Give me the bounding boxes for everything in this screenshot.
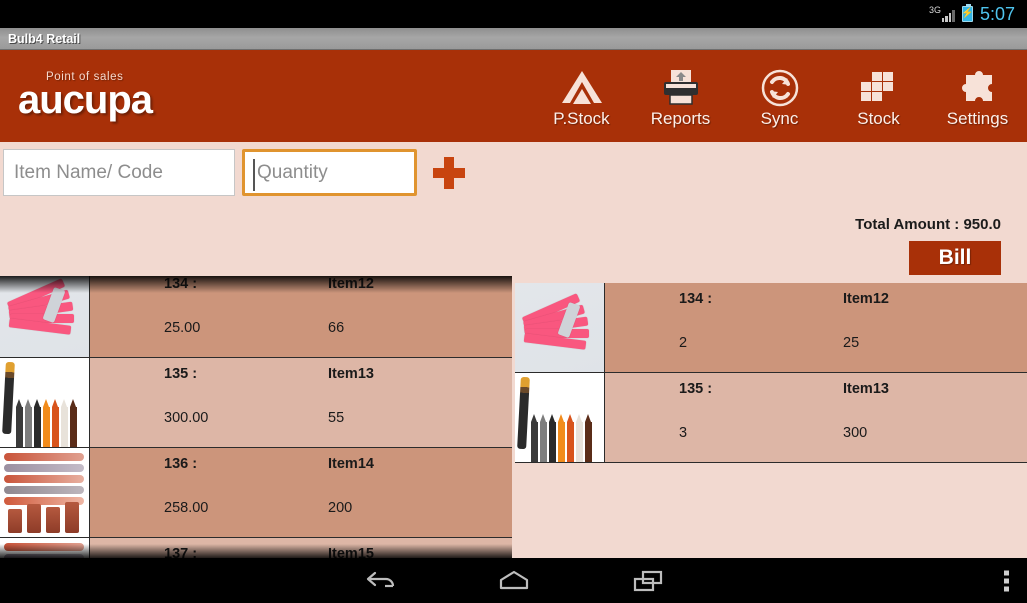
table-row[interactable]: 137 : Item15 [0, 538, 512, 558]
app-root: 3G ⚡ 5:07 Bulb4 Retail Point of sales au… [0, 0, 1027, 603]
add-item-button[interactable] [419, 149, 479, 196]
product-thumbnail [0, 358, 90, 447]
cart-item-qty: 3 [679, 425, 688, 441]
brand-logo: Point of sales aucupa [0, 71, 420, 121]
product-list-pane[interactable]: 134 : Item12 25.00 66 135: Item13 300.0… [0, 276, 512, 558]
sync-refresh-icon [760, 67, 800, 107]
cart-item-qty: 2 [679, 335, 688, 351]
product-name: Item14 [328, 456, 374, 472]
table-row[interactable]: 135 : Item13 300.00 55 [0, 358, 512, 448]
product-thumbnail [0, 538, 90, 558]
entry-row: Item Name/ Code Quantity [0, 142, 1027, 196]
cart-item-name: Item12 [843, 291, 889, 307]
table-row[interactable]: 134 : Item12 25.00 66 [0, 276, 512, 358]
cart-list: 134 : Item12 2 25 135: Item13 3 300 [515, 283, 1027, 463]
nav-item-sync[interactable]: Sync [730, 63, 829, 129]
recent-apps-icon[interactable] [625, 564, 671, 598]
product-fields: 135 : Item13 300.00 55 [90, 358, 512, 447]
cart-item-price: 300 [843, 425, 868, 441]
table-row[interactable]: 136 : Item14 258.00 200 [0, 448, 512, 538]
nav-buttons [357, 564, 671, 598]
product-price: 300.00 [164, 410, 209, 426]
product-code: 135 : [164, 366, 198, 382]
product-price: 25.00 [164, 320, 201, 336]
pink-paper-stack-image [0, 276, 89, 357]
product-name: Item15 [328, 546, 374, 558]
quantity-placeholder: Quantity [257, 161, 328, 183]
cart-list-pane[interactable]: 134 : Item12 2 25 135: Item13 3 300 [512, 276, 1027, 558]
pink-paper-stack-image [515, 283, 604, 372]
cart-thumbnail [515, 283, 605, 372]
product-stock: 66 [328, 320, 345, 336]
grid-blocks-icon [856, 67, 902, 107]
nav-label-sync: Sync [760, 109, 799, 128]
home-icon[interactable] [491, 564, 537, 598]
android-status-bar: 3G ⚡ 5:07 [0, 0, 1027, 28]
product-fields: 134 : Item12 25.00 66 [90, 276, 512, 357]
nav-item-pstock[interactable]: P.Stock [532, 63, 631, 129]
nav-label-settings: Settings [946, 109, 1009, 128]
window-title-bar: Bulb4 Retail [0, 28, 1027, 50]
app-header: Point of sales aucupa P.Stock Reports Sy… [0, 50, 1027, 142]
product-thumbnail [0, 276, 90, 357]
android-nav-bar [0, 558, 1027, 603]
product-code: 134 : [164, 276, 198, 292]
cosmetics-image [0, 538, 89, 558]
signal-bars-icon [941, 9, 955, 22]
table-row[interactable]: 135 : Item13 3 300 [515, 373, 1027, 463]
product-name: Item12 [328, 276, 374, 292]
brand-name: aucupa [18, 78, 153, 122]
nav-item-stock[interactable]: Stock [829, 63, 928, 129]
plus-icon [433, 156, 465, 189]
battery-charging-icon: ⚡ [961, 4, 974, 22]
product-thumbnail [0, 448, 90, 537]
chevron-up-icon [560, 67, 604, 107]
cart-item-name: Item13 [843, 381, 889, 397]
totals-area: Total Amount : 950.0 Bill [0, 216, 1027, 275]
status-bar-clock: 5:07 [979, 3, 1015, 24]
product-stock: 200 [328, 500, 353, 516]
product-fields: 137 : Item15 [90, 538, 512, 558]
product-list: 134 : Item12 25.00 66 135: Item13 300.0… [0, 276, 512, 558]
colored-pencils-image [0, 358, 89, 447]
cart-fields: 134 : Item12 2 25 [605, 283, 1027, 372]
network-signal-icon: 3G [929, 6, 955, 22]
table-row[interactable]: 134 : Item12 2 25 [515, 283, 1027, 373]
cart-fields: 135 : Item13 3 300 [605, 373, 1027, 462]
network-type-label: 3G [928, 5, 941, 15]
product-price: 258.00 [164, 500, 209, 516]
total-amount-label: Total Amount : 950.0 [855, 216, 1001, 233]
window-title: Bulb4 Retail [8, 31, 81, 46]
header-nav: P.Stock Reports Sync Stock Settings [532, 63, 1027, 129]
product-code: 137 : [164, 546, 198, 558]
printer-icon [659, 67, 703, 107]
lightning-bolt-glyph: ⚡ [961, 8, 974, 19]
nav-label-stock: Stock [857, 109, 900, 128]
cosmetics-image [0, 448, 89, 537]
cart-item-price: 25 [843, 335, 860, 351]
nav-label-reports: Reports [650, 109, 711, 128]
nav-label-pstock: P.Stock [553, 109, 610, 128]
product-stock: 55 [328, 410, 345, 426]
cart-item-code: 135 : [679, 381, 713, 397]
overflow-menu-icon[interactable] [1004, 570, 1009, 591]
item-name-code-input[interactable]: Item Name/ Code [3, 149, 235, 196]
list-panes: 134 : Item12 25.00 66 135: Item13 300.0… [0, 276, 1027, 558]
nav-item-settings[interactable]: Settings [928, 63, 1027, 129]
product-fields: 136 : Item14 258.00 200 [90, 448, 512, 537]
colored-pencils-image [515, 373, 604, 462]
cart-item-code: 134 : [679, 291, 713, 307]
puzzle-piece-icon [956, 67, 1000, 107]
quantity-input[interactable]: Quantity [242, 149, 417, 196]
back-icon[interactable] [357, 564, 403, 598]
status-indicators: 3G ⚡ 5:07 [929, 4, 1015, 25]
nav-item-reports[interactable]: Reports [631, 63, 730, 129]
product-name: Item13 [328, 366, 374, 382]
cart-thumbnail [515, 373, 605, 462]
product-code: 136 : [164, 456, 198, 472]
bill-button[interactable]: Bill [909, 241, 1001, 275]
text-cursor [253, 159, 255, 191]
